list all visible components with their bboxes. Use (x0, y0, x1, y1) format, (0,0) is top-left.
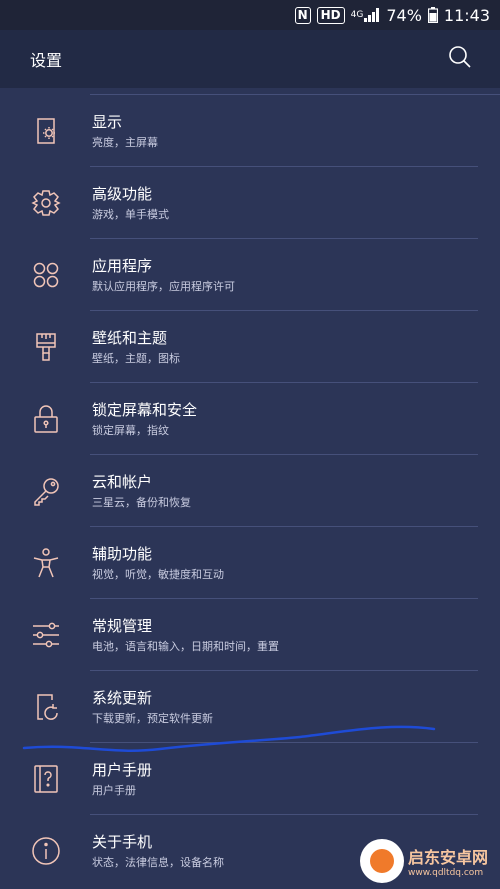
settings-item-title: 壁纸和主题 (92, 328, 168, 347)
settings-item-lock-screen-security[interactable]: 锁定屏幕和安全 锁定屏幕，指纹 (0, 383, 500, 455)
key-icon (0, 475, 92, 507)
status-bar: N HD 4G 74% 11:43 (0, 0, 500, 30)
settings-item-title: 系统更新 (92, 688, 153, 707)
battery-percent: 74% (386, 5, 422, 25)
advanced-features-icon (0, 187, 92, 219)
wallpaper-brush-icon (0, 331, 92, 363)
settings-item-title: 辅助功能 (92, 544, 153, 563)
watermark-url: www.qdltdq.com (408, 868, 484, 878)
settings-item-subtitle: 壁纸，主题，图标 (92, 351, 180, 365)
info-icon (0, 835, 92, 867)
settings-item-title: 显示 (92, 112, 123, 131)
settings-item-title: 用户手册 (92, 760, 153, 779)
network-type: 4G (350, 9, 364, 20)
signal-icon (364, 8, 380, 22)
lock-icon (0, 403, 92, 435)
blue-pen-scribble (22, 725, 436, 752)
settings-item-title: 锁定屏幕和安全 (92, 400, 198, 419)
settings-item-subtitle: 亮度，主屏幕 (92, 135, 158, 149)
settings-list: 显示 亮度，主屏幕 高级功能 游戏，单手模式 应用程序 默认应用程序，应用程序许… (0, 88, 500, 887)
watermark: 启东安卓网 www.qdltdq.com (360, 833, 500, 889)
sliders-icon (0, 619, 92, 651)
watermark-logo-icon (360, 839, 404, 883)
settings-item-general-management[interactable]: 常规管理 电池，语言和输入，日期和时间，重置 (0, 599, 500, 671)
settings-item-title: 云和帐户 (92, 472, 153, 491)
display-icon (0, 115, 92, 147)
accessibility-icon (0, 547, 92, 579)
apps-icon (0, 259, 92, 291)
settings-item-subtitle: 锁定屏幕，指纹 (92, 423, 169, 437)
settings-item-subtitle: 用户手册 (92, 783, 136, 797)
watermark-name: 启东安卓网 (408, 848, 489, 867)
settings-item-advanced-features[interactable]: 高级功能 游戏，单手模式 (0, 167, 500, 239)
settings-item-display[interactable]: 显示 亮度，主屏幕 (0, 95, 500, 167)
page-title: 设置 (30, 51, 63, 70)
settings-item-cloud-accounts[interactable]: 云和帐户 三星云，备份和恢复 (0, 455, 500, 527)
settings-item-accessibility[interactable]: 辅助功能 视觉，听觉，敏捷度和互动 (0, 527, 500, 599)
settings-item-title: 应用程序 (92, 256, 153, 275)
hd-voice-icon: HD (316, 6, 345, 24)
search-icon[interactable] (448, 45, 472, 73)
nfc-icon: N (294, 6, 311, 24)
settings-item-apps[interactable]: 应用程序 默认应用程序，应用程序许可 (0, 239, 500, 311)
clock: 11:43 (443, 5, 490, 25)
settings-item-title: 关于手机 (92, 832, 153, 851)
app-header: 设置 (0, 30, 500, 88)
settings-item-subtitle: 状态，法律信息，设备名称 (92, 855, 224, 869)
settings-item-title: 常规管理 (92, 616, 153, 635)
list-top-divider (90, 88, 500, 95)
battery-icon (427, 7, 438, 23)
settings-item-subtitle: 游戏，单手模式 (92, 207, 169, 221)
user-manual-icon (0, 763, 92, 795)
signal-indicator: 4G (351, 8, 381, 22)
settings-item-title: 高级功能 (92, 184, 153, 203)
settings-item-subtitle: 视觉，听觉，敏捷度和互动 (92, 567, 224, 581)
settings-item-subtitle: 三星云，备份和恢复 (92, 495, 191, 509)
settings-item-wallpaper-themes[interactable]: 壁纸和主题 壁纸，主题，图标 (0, 311, 500, 383)
settings-item-subtitle: 默认应用程序，应用程序许可 (92, 279, 235, 293)
settings-item-subtitle: 电池，语言和输入，日期和时间，重置 (92, 639, 279, 653)
